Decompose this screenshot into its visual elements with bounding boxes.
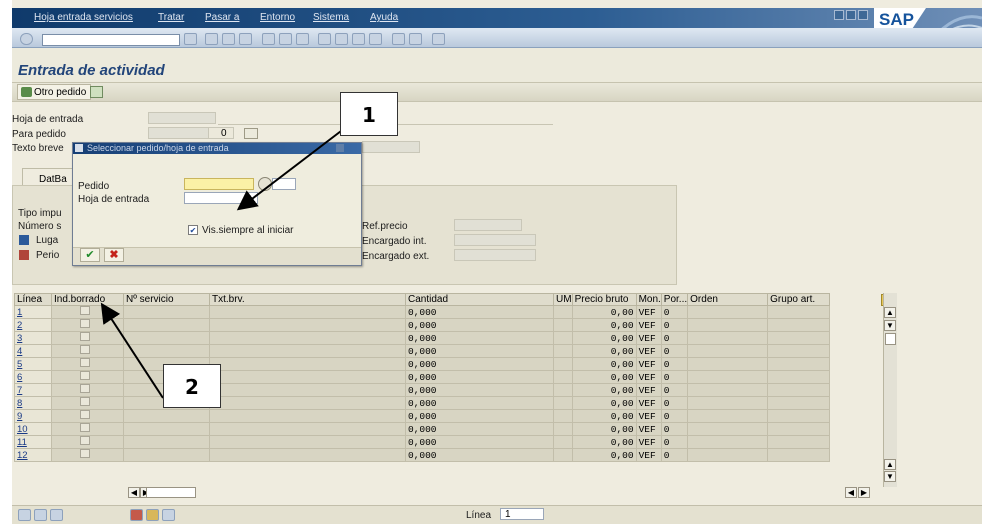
callout-2: 2 bbox=[163, 364, 221, 408]
annotation-arrows bbox=[100, 127, 346, 399]
callout-1: 1 bbox=[340, 92, 398, 136]
arrow-2 bbox=[100, 302, 164, 399]
arrow-1 bbox=[236, 127, 346, 211]
